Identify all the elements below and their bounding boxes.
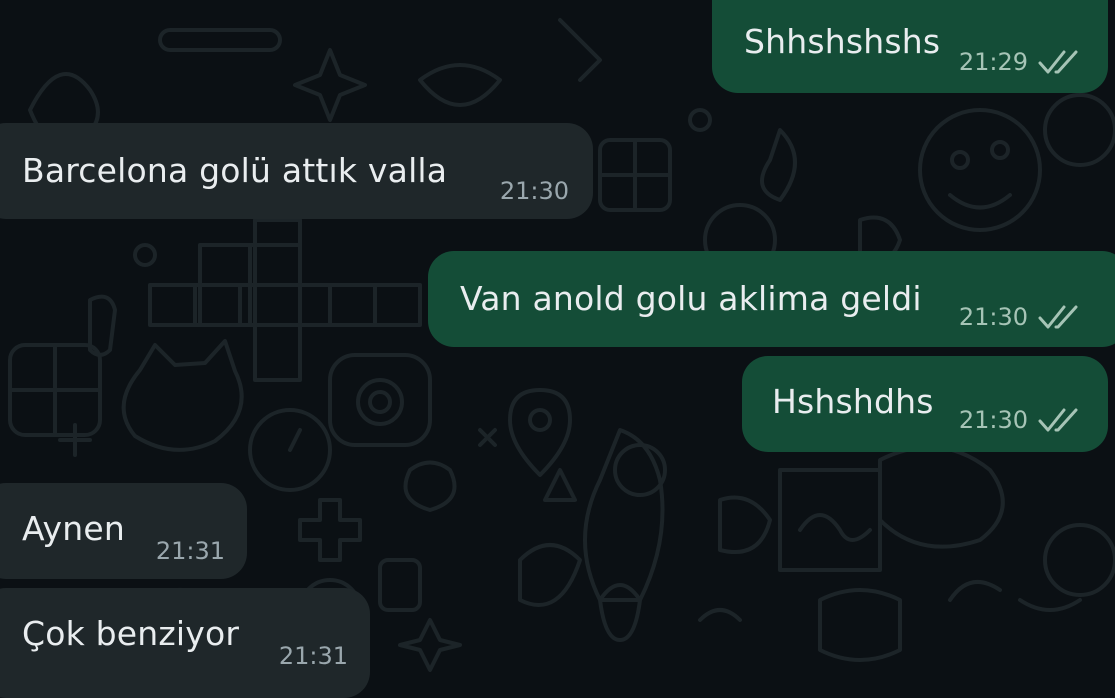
message-text: Aynen bbox=[22, 509, 125, 548]
message-time: 21:30 bbox=[958, 406, 1028, 434]
message-time: 21:29 bbox=[958, 48, 1028, 76]
message-bubble-incoming[interactable]: Çok benziyor 21:31 bbox=[0, 588, 370, 698]
message-meta: 21:30 bbox=[959, 303, 1082, 331]
message-meta: 21:31 bbox=[156, 537, 225, 565]
message-bubble-outgoing[interactable]: Van anold golu aklima geldi 21:30 bbox=[428, 251, 1115, 347]
double-check-read-icon bbox=[1038, 50, 1078, 74]
double-check-read-icon bbox=[1038, 408, 1078, 432]
message-bubble-incoming[interactable]: Aynen 21:31 bbox=[0, 483, 247, 579]
message-meta: 21:30 bbox=[959, 406, 1082, 434]
message-meta: 21:29 bbox=[959, 48, 1082, 76]
message-bubble-incoming[interactable]: Barcelona golü attık valla 21:30 bbox=[0, 123, 593, 219]
message-text: Barcelona golü attık valla bbox=[22, 151, 448, 190]
message-time: 21:31 bbox=[155, 537, 225, 565]
message-time: 21:30 bbox=[958, 303, 1028, 331]
message-time: 21:31 bbox=[278, 642, 348, 670]
message-text: Çok benziyor bbox=[22, 614, 240, 653]
message-bubble-outgoing[interactable]: Shhshshshs 21:29 bbox=[712, 0, 1108, 93]
message-text: Shhshshshs bbox=[744, 22, 941, 61]
message-time: 21:30 bbox=[499, 177, 569, 205]
message-meta: 21:31 bbox=[279, 642, 348, 670]
message-bubble-outgoing[interactable]: Hshshdhs 21:30 bbox=[742, 356, 1108, 452]
double-check-read-icon bbox=[1038, 305, 1078, 329]
message-meta: 21:30 bbox=[500, 177, 569, 205]
message-text: Van anold golu aklima geldi bbox=[460, 279, 922, 318]
message-text: Hshshdhs bbox=[772, 382, 934, 421]
message-list[interactable]: Shhshshshs 21:29 Barcelona golü attık va… bbox=[0, 0, 1115, 698]
